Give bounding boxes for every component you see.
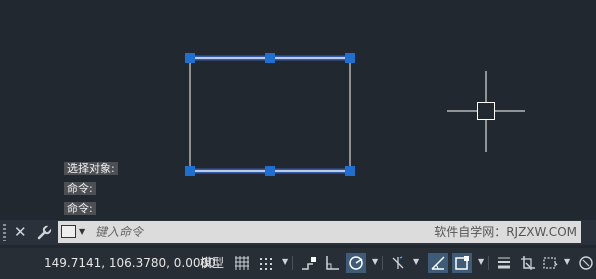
snap-mode-icon[interactable]	[256, 253, 276, 273]
filter-menu-arrow[interactable]: ▼	[564, 257, 572, 267]
gizmo-icon[interactable]	[576, 253, 596, 273]
chevron-down-icon[interactable]: ▼	[79, 221, 85, 243]
polar-menu-arrow[interactable]: ▼	[372, 257, 380, 267]
command-prompt-icon[interactable]	[61, 225, 76, 238]
grip-top-left[interactable]	[185, 53, 195, 63]
status-bar: 149.7141, 106.3780, 0.0000 模型 ▼ ▼ ▼ ▼ ▼	[0, 248, 596, 279]
snap-menu-arrow[interactable]: ▼	[282, 257, 290, 267]
grip-top-middle[interactable]	[265, 53, 275, 63]
command-line-bar: ✕ ▼ 键入命令 软件自学网：RJZXW.COM	[0, 220, 596, 245]
history-line-1: 选择对象:	[64, 162, 118, 175]
grip-bottom-right[interactable]	[345, 166, 355, 176]
ortho-mode-icon[interactable]	[322, 253, 342, 273]
divider	[382, 256, 383, 270]
selected-rectangle[interactable]	[189, 55, 351, 174]
command-placeholder: 键入命令	[95, 225, 144, 239]
divider	[292, 256, 293, 270]
wrench-icon[interactable]	[36, 220, 52, 245]
crosshair-cursor	[447, 71, 525, 152]
selection-filter-icon[interactable]	[540, 253, 560, 273]
divider	[488, 256, 489, 270]
grip-bottom-left[interactable]	[185, 166, 195, 176]
selection-cycling-icon[interactable]	[518, 253, 538, 273]
drag-handle[interactable]	[3, 224, 6, 241]
object-snap-icon[interactable]	[452, 253, 472, 273]
polar-tracking-icon[interactable]	[346, 253, 366, 273]
grip-bottom-middle[interactable]	[265, 166, 275, 176]
infer-constraints-icon[interactable]	[298, 253, 318, 273]
isodraft-menu-arrow[interactable]: ▼	[413, 257, 421, 267]
grid-icon[interactable]	[232, 253, 252, 273]
close-icon[interactable]: ✕	[14, 220, 27, 245]
command-input[interactable]: ▼ 键入命令 软件自学网：RJZXW.COM	[58, 221, 581, 243]
model-space-button[interactable]: 模型	[196, 253, 228, 273]
history-line-3: 命令:	[64, 202, 96, 215]
history-line-2: 命令:	[64, 182, 96, 195]
osnap-menu-arrow[interactable]: ▼	[478, 257, 486, 267]
coordinate-readout[interactable]: 149.7141, 106.3780, 0.0000	[44, 256, 216, 270]
object-snap-tracking-icon[interactable]	[428, 253, 448, 273]
grip-top-right[interactable]	[345, 53, 355, 63]
lineweight-icon[interactable]	[494, 253, 514, 273]
watermark-text: 软件自学网：RJZXW.COM	[434, 225, 577, 239]
isometric-drafting-icon[interactable]	[388, 253, 408, 273]
